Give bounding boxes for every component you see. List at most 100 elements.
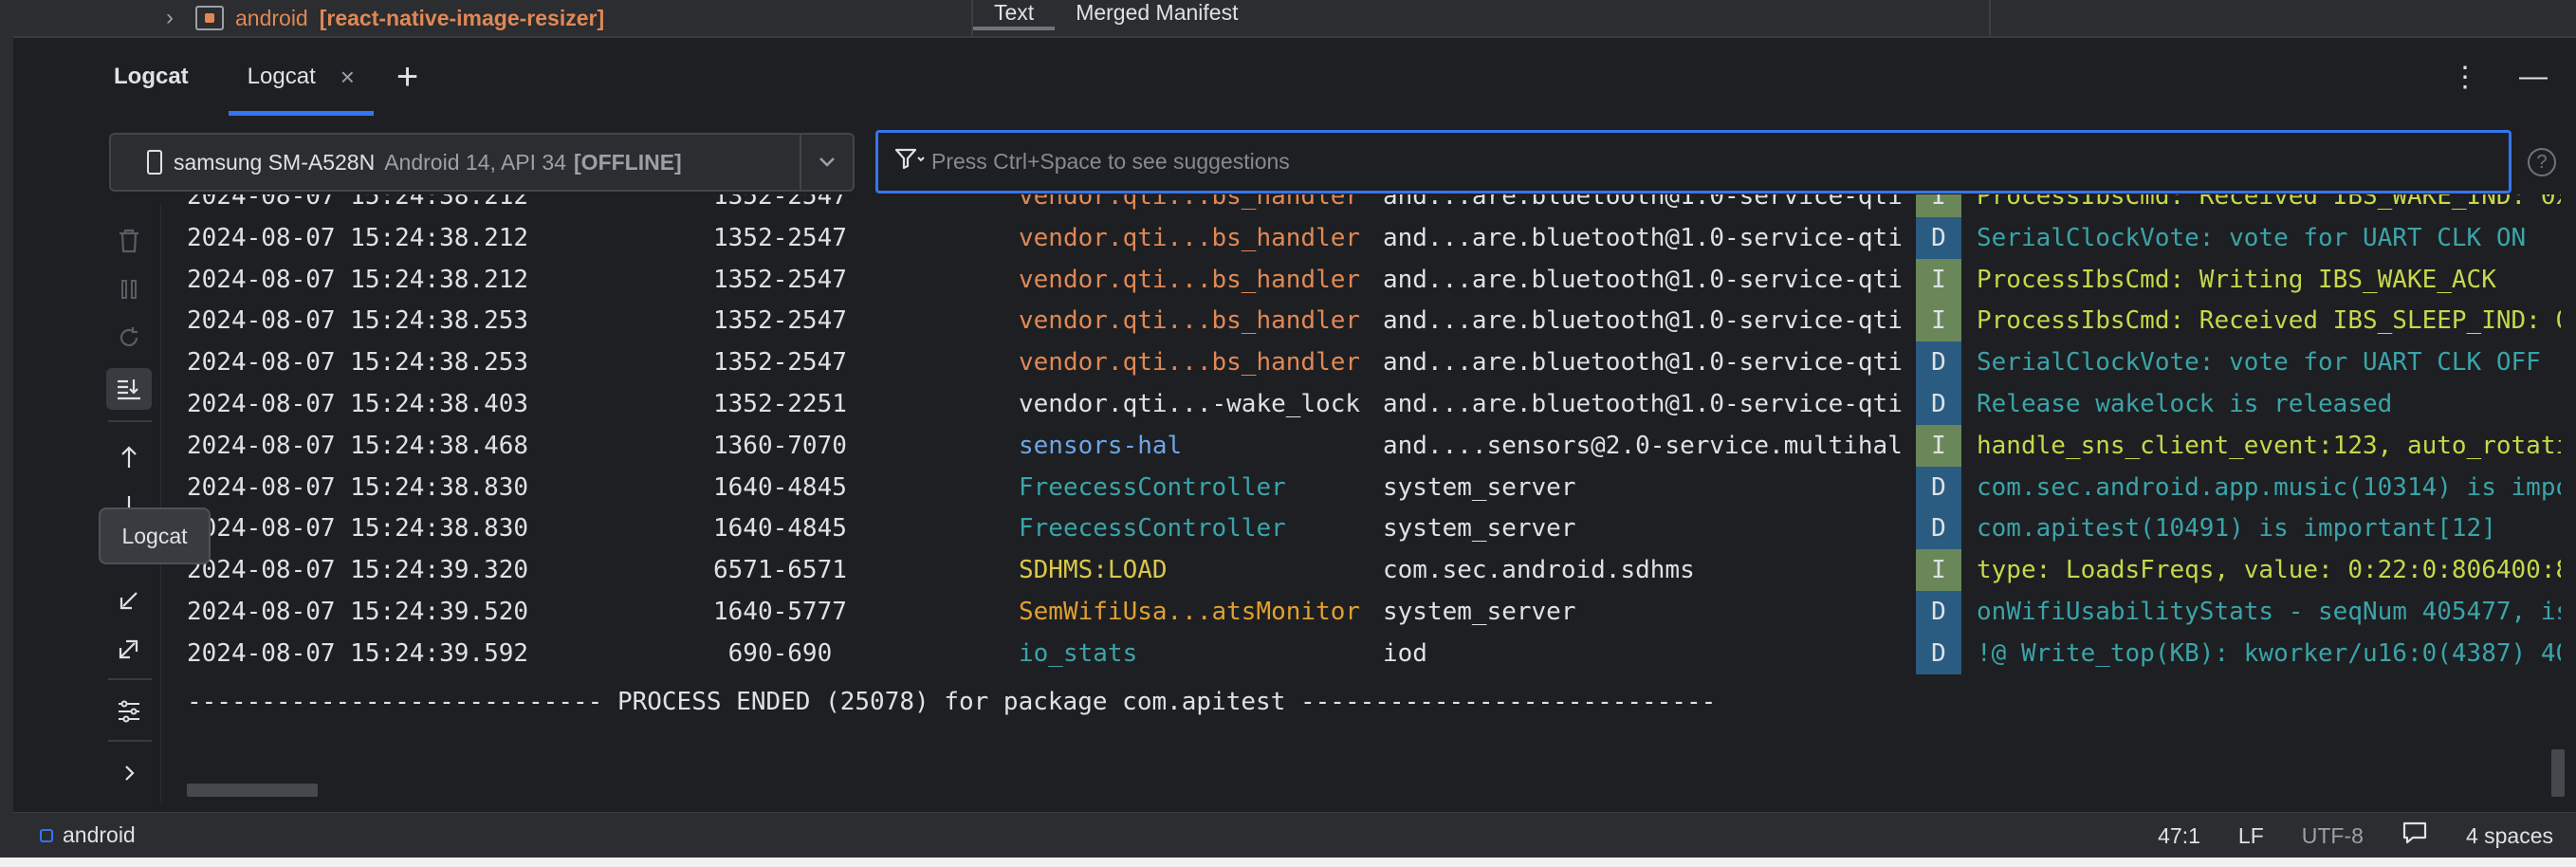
filter-input[interactable] [931,133,2509,191]
log-tag: SemWifiUsa...atsMonitor [1019,598,1361,626]
add-tab-icon[interactable]: + [396,56,418,99]
log-pid: 690-690 [713,638,833,668]
os-taskbar-edge [0,858,2576,867]
log-timestamp: 2024-08-07 15:24:39.592 [187,638,529,668]
log-view[interactable]: 2024-08-07 15:24:38.212 1352-2547 vendor.q… [180,194,2561,787]
project-tree-row[interactable]: › android [react-native-image-resizer] [156,0,604,36]
log-timestamp: 2024-08-07 15:24:39.520 [187,598,529,626]
log-tag: vendor.qti...bs_handler [1019,223,1361,252]
log-message: ProcessIbsCmd: Received IBS_WAKE_IND: 0x… [1977,194,2561,211]
log-message: type: LoadsFreqs, value: 0:22:0:806400:8… [1977,556,2561,585]
indent-setting[interactable]: 4 spaces [2466,823,2553,849]
horizontal-scrollbar[interactable] [187,784,318,797]
tool-window-title: Logcat [114,64,189,89]
log-row[interactable]: 2024-08-07 15:24:39.320 6571-6571 SDHMS:LO… [180,549,2561,592]
pause-icon[interactable] [106,268,152,310]
status-project-name: android [63,822,136,847]
caret-position[interactable]: 47:1 [2158,823,2200,849]
log-tag: vendor.qti...bs_handler [1019,194,1361,211]
log-level-badge: D [1916,466,1961,508]
help-icon[interactable]: ? [2528,148,2556,176]
log-message: handle_sns_client_event:123, auto_rotati… [1977,431,2561,460]
log-row[interactable]: 2024-08-07 15:24:39.592 690-690 io_stats i… [180,632,2561,674]
log-timestamp: 2024-08-07 15:24:38.212 [187,194,529,211]
more-options-icon[interactable]: ⋮ [2451,61,2479,94]
trash-icon[interactable] [106,220,152,262]
tab-logcat[interactable]: Logcat × [228,38,375,116]
log-row[interactable]: 2024-08-07 15:24:38.253 1352-2547 vendor.q… [180,341,2541,384]
minimize-icon[interactable]: — [2519,61,2548,93]
log-level-badge: D [1916,216,1961,259]
log-package: and...are.bluetooth@1.0-service-qti [1383,194,1903,211]
settings-sliders-icon[interactable] [106,691,152,732]
log-row[interactable]: 2024-08-07 15:24:38.830 1640-4845 Freecess… [180,466,2561,508]
status-bar: android 47:1 LF UTF-8 4 spaces [13,812,2576,858]
device-selector[interactable]: samsung SM-A528N Android 14, API 34 [OFF… [109,133,855,192]
log-timestamp: 2024-08-07 15:24:38.253 [187,306,529,336]
log-tag: vendor.qti...bs_handler [1019,306,1361,336]
log-row[interactable]: 2024-08-07 15:24:39.520 1640-5777 SemWifiU… [180,591,2561,633]
log-package: system_server [1383,472,1576,502]
restart-icon[interactable] [106,317,152,359]
log-message: SerialClockVote: vote for UART CLK OFF [1977,348,2541,378]
log-tag: vendor.qti...-wake_lock [1019,390,1361,418]
log-package: system_server [1383,514,1576,544]
tab-merged-manifest[interactable]: Merged Manifest [1055,0,1259,30]
log-tag: sensors-hal [1019,431,1183,460]
log-row[interactable]: 2024-08-07 15:24:38.830 1640-4845 Freecess… [180,507,2496,550]
log-row[interactable]: 2024-08-07 15:24:38.403 1352-2251 vendor.q… [180,383,2392,425]
line-separator[interactable]: LF [2238,823,2264,849]
log-row[interactable]: 2024-08-07 15:24:38.468 1360-7070 sensors-… [180,424,2561,467]
module-folder-icon [195,6,224,30]
log-timestamp: 2024-08-07 15:24:38.403 [187,390,529,418]
tab-logcat-label: Logcat [247,64,316,89]
log-pid: 1360-7070 [713,431,847,460]
log-message: Release wakelock is released [1977,390,2393,418]
scroll-to-end-icon[interactable] [106,368,152,410]
log-level-badge: I [1916,424,1961,467]
log-row[interactable]: 2024-08-07 15:24:38.212 1352-2547 vendor.q… [180,258,2496,301]
log-level-badge: D [1916,591,1961,633]
log-package: system_server [1383,598,1576,626]
log-message: com.sec.android.app.music(10314) is impo… [1977,472,2561,502]
vertical-scrollbar[interactable] [2551,749,2565,797]
log-row[interactable]: 2024-08-07 15:24:38.212 1352-2547 vendor.q… [180,194,2561,217]
toolbar-separator [108,420,152,422]
log-tag: FreecessController [1019,514,1286,544]
chevron-right-icon[interactable] [106,752,152,794]
log-level-badge: D [1916,383,1961,425]
log-timestamp: 2024-08-07 15:24:38.830 [187,472,529,502]
log-timestamp: 2024-08-07 15:24:38.212 [187,265,529,294]
log-level-badge: D [1916,507,1961,550]
module-icon [40,828,53,842]
module-name: android [235,5,308,30]
tab-text[interactable]: Text [973,0,1056,30]
arrow-up-icon[interactable] [106,436,152,478]
log-row[interactable]: 2024-08-07 15:24:38.212 1352-2547 vendor.q… [180,216,2526,259]
log-pid: 1352-2251 [713,390,847,418]
close-icon[interactable]: × [340,63,355,92]
chevron-right-icon[interactable]: › [156,5,184,31]
log-timestamp: 2024-08-07 15:24:38.253 [187,348,529,378]
collapse-icon[interactable] [106,580,152,621]
filter-icon[interactable] [893,146,931,177]
log-pid: 6571-6571 [713,556,847,585]
log-row[interactable]: 2024-08-07 15:24:38.253 1352-2547 vendor.q… [180,300,2561,342]
module-tag: [react-native-image-resizer] [319,5,605,30]
comment-icon[interactable] [2401,821,2428,851]
status-project[interactable]: android [40,822,136,848]
log-tag: io_stats [1019,638,1138,668]
log-pid: 1352-2547 [713,194,847,211]
toolbar-separator [108,740,152,742]
expand-icon[interactable] [106,628,152,670]
log-package: and...are.bluetooth@1.0-service-qti [1383,348,1903,378]
log-level-badge: D [1916,632,1961,674]
log-pid: 1640-5777 [713,598,847,626]
log-timestamp: 2024-08-07 15:24:39.320 [187,556,529,585]
tool-window-actions: ⋮ — [2451,38,2548,116]
log-level-badge: I [1916,300,1961,342]
log-package: and...are.bluetooth@1.0-service-qti [1383,223,1903,252]
file-encoding[interactable]: UTF-8 [2302,823,2364,849]
chevron-down-icon[interactable] [800,135,853,190]
log-message: !@ Write_top(KB): kworker/u16:0(4387) 40 [1977,638,2561,668]
